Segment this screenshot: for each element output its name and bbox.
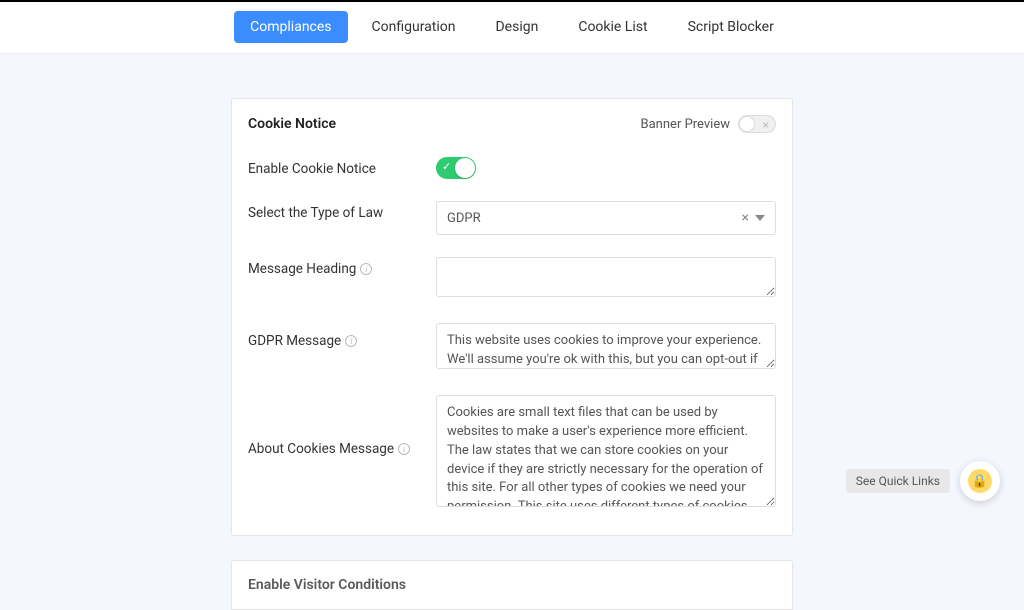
card-title: Cookie Notice [248,116,336,132]
enable-control: ✓ [436,157,776,179]
info-icon[interactable]: i [345,335,357,347]
visitor-conditions-card: Enable Visitor Conditions [231,560,793,610]
quick-links-group: See Quick Links 🔒 [846,461,1000,501]
banner-preview-label: Banner Preview [641,117,730,132]
banner-preview-toggle[interactable]: × [738,115,776,133]
tab-design[interactable]: Design [479,11,554,43]
row-enable: Enable Cookie Notice ✓ [248,157,776,179]
enable-toggle[interactable]: ✓ [436,157,476,179]
message-heading-control [436,257,776,301]
info-icon[interactable]: i [360,263,372,275]
about-cookies-label: About Cookies Message i [248,395,424,457]
law-type-label: Select the Type of Law [248,201,424,221]
clear-icon[interactable]: × [742,210,749,226]
row-law-type: Select the Type of Law GDPR × [248,201,776,235]
toggle-knob [455,158,475,178]
tab-compliances[interactable]: Compliances [234,11,347,43]
row-gdpr-message: GDPR Message i [248,323,776,373]
enable-label: Enable Cookie Notice [248,157,424,177]
law-type-control: GDPR × [436,201,776,235]
gdpr-message-label: GDPR Message i [248,323,424,349]
select-icons: × [742,210,765,226]
close-icon: × [763,117,769,133]
tab-script-blocker[interactable]: Script Blocker [672,11,790,43]
about-cookies-control [436,395,776,511]
row-about-cookies: About Cookies Message i [248,395,776,511]
message-heading-label: Message Heading i [248,257,424,277]
help-fab[interactable]: 🔒 [960,461,1000,501]
chevron-down-icon[interactable] [755,215,765,221]
banner-preview-group: Banner Preview × [641,115,776,133]
select-value: GDPR [447,211,481,226]
visitor-conditions-title: Enable Visitor Conditions [248,577,776,593]
tab-configuration[interactable]: Configuration [356,11,472,43]
info-icon[interactable]: i [398,443,410,455]
message-heading-text: Message Heading [248,261,356,277]
about-cookies-text: About Cookies Message [248,441,394,457]
gdpr-message-input[interactable] [436,323,776,369]
toggle-knob [739,116,755,132]
gdpr-message-text: GDPR Message [248,333,341,349]
law-type-select[interactable]: GDPR × [436,201,776,235]
gdpr-message-control [436,323,776,373]
quick-links-button[interactable]: See Quick Links [846,469,950,493]
message-heading-input[interactable] [436,257,776,297]
tab-cookie-list[interactable]: Cookie List [562,11,663,43]
card-header: Cookie Notice Banner Preview × [248,115,776,133]
lock-icon: 🔒 [968,469,992,493]
row-message-heading: Message Heading i [248,257,776,301]
about-cookies-input[interactable] [436,395,776,507]
check-icon: ✓ [442,160,451,173]
cookie-notice-card: Cookie Notice Banner Preview × Enable Co… [231,98,793,536]
tab-bar: Compliances Configuration Design Cookie … [0,0,1024,54]
